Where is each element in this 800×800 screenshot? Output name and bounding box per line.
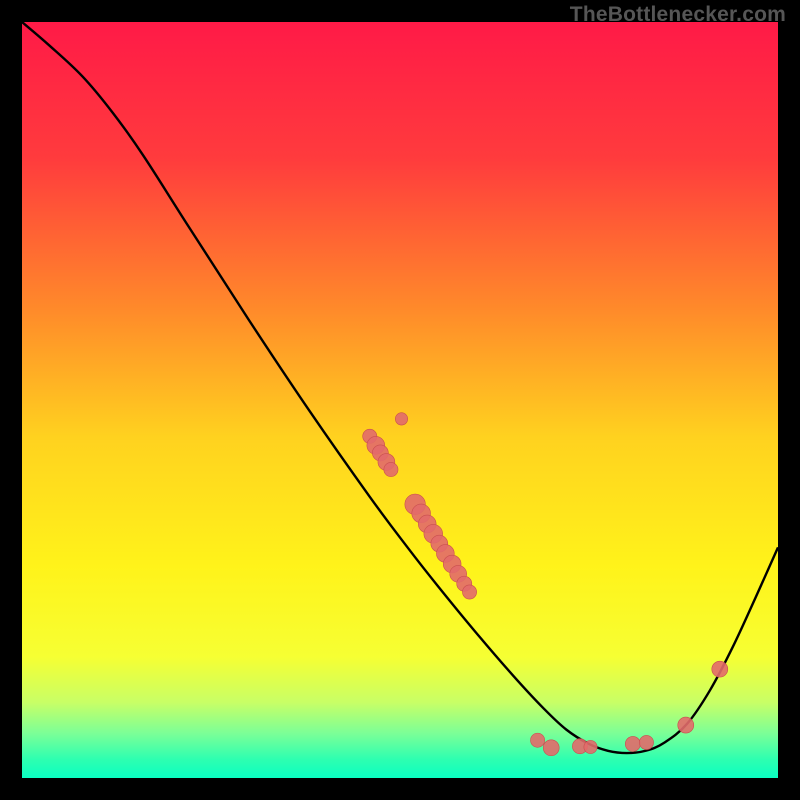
scatter-dot — [395, 413, 407, 425]
scatter-dot — [712, 661, 728, 677]
chart-svg — [22, 22, 778, 778]
scatter-dot — [543, 740, 559, 756]
scatter-dot — [639, 735, 653, 749]
scatter-dot — [531, 733, 545, 747]
attribution-text: TheBottlenecker.com — [570, 3, 786, 27]
chart-frame: TheBottlenecker.com — [0, 0, 800, 800]
scatter-dot — [625, 736, 640, 751]
scatter-dot — [384, 462, 398, 476]
gradient-background — [22, 22, 778, 778]
scatter-dot — [462, 585, 476, 599]
scatter-dot — [584, 740, 597, 753]
scatter-dot — [678, 717, 694, 733]
plot-area — [22, 22, 778, 778]
